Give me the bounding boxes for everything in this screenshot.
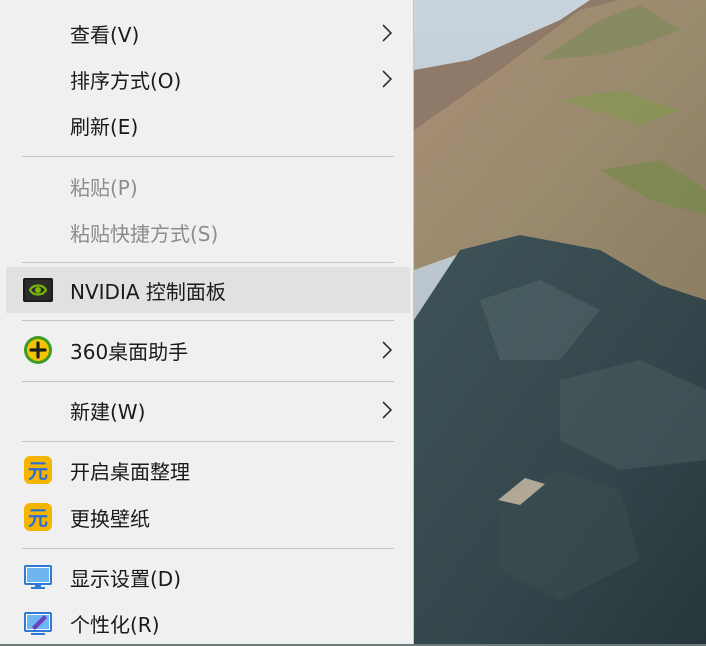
menu-item-label: 查看(V): [70, 22, 140, 47]
menu-item-label: 新建(W): [70, 399, 146, 424]
menu-item-label: 更换壁纸: [70, 506, 150, 531]
menu-item-label: 粘贴快捷方式(S): [70, 221, 219, 246]
menu-item-change-wallpaper[interactable]: 元 更换壁纸: [6, 494, 410, 540]
menu-item-paste[interactable]: 粘贴(P): [6, 163, 410, 209]
nvidia-icon: [23, 278, 53, 302]
menu-separator: [22, 262, 394, 263]
menu-separator: [22, 441, 394, 442]
menu-item-label: 360桌面助手: [70, 339, 189, 364]
menu-item-personalize[interactable]: 个性化(R): [6, 600, 410, 646]
menu-separator: [22, 381, 394, 382]
menu-item-label: NVIDIA 控制面板: [70, 279, 226, 304]
menu-item-sort-by[interactable]: 排序方式(O): [6, 56, 410, 102]
menu-item-display-settings[interactable]: 显示设置(D): [6, 554, 410, 600]
chevron-right-icon: [382, 341, 393, 359]
menu-item-label: 粘贴(P): [70, 175, 138, 200]
menu-item-nvidia-control-panel[interactable]: NVIDIA 控制面板: [6, 267, 410, 313]
desktop-context-menu: 查看(V) 排序方式(O) 刷新(E) 粘贴(P) 粘贴快捷方式(S) NVID…: [0, 0, 414, 644]
svg-text:元: 元: [28, 459, 48, 483]
menu-item-label: 排序方式(O): [70, 68, 182, 93]
display-settings-icon: [24, 565, 52, 589]
menu-item-new[interactable]: 新建(W): [6, 387, 410, 433]
chevron-right-icon: [382, 24, 393, 42]
chevron-right-icon: [382, 401, 393, 419]
menu-separator: [22, 548, 394, 549]
chevron-right-icon: [382, 70, 393, 88]
menu-item-label: 显示设置(D): [70, 566, 182, 591]
menu-separator: [22, 320, 394, 321]
menu-item-360-desktop-assistant[interactable]: 360桌面助手: [6, 327, 410, 373]
personalize-icon: [24, 612, 52, 635]
svg-text:元: 元: [28, 506, 48, 530]
menu-separator: [22, 156, 394, 157]
menu-item-desktop-organize[interactable]: 元 开启桌面整理: [6, 447, 410, 493]
desktop-organize-icon: 元: [24, 456, 52, 484]
menu-item-label: 个性化(R): [70, 612, 160, 637]
wallpaper-icon: 元: [24, 503, 52, 531]
360-assistant-icon: [24, 336, 52, 364]
menu-item-label: 刷新(E): [70, 114, 139, 139]
menu-item-view[interactable]: 查看(V): [6, 10, 410, 56]
menu-item-refresh[interactable]: 刷新(E): [6, 102, 410, 148]
menu-item-paste-shortcut[interactable]: 粘贴快捷方式(S): [6, 209, 410, 255]
menu-item-label: 开启桌面整理: [70, 459, 190, 484]
